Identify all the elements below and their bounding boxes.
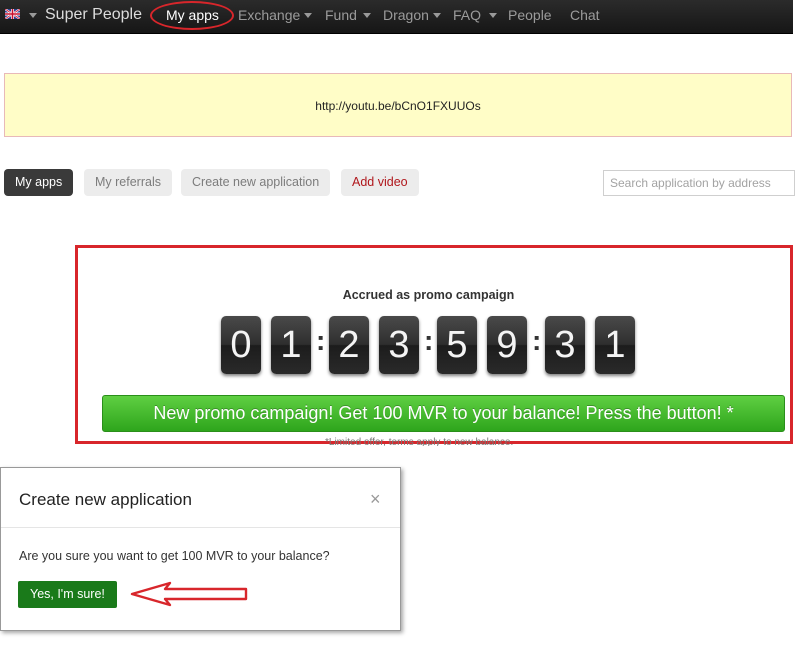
nav-people[interactable]: People [508, 7, 552, 23]
modal-header: Create new application × [1, 468, 400, 528]
nav-dragon[interactable]: Dragon [383, 7, 429, 23]
counter-digit: 3 [545, 316, 585, 374]
tab-my-referrals[interactable]: My referrals [84, 169, 172, 196]
annotation-ellipse [150, 1, 234, 30]
tab-add-video[interactable]: Add video [341, 169, 419, 196]
promo-heading: Accrued as promo campaign [342, 288, 515, 302]
promo-button[interactable]: New promo campaign! Get 100 MVR to your … [102, 395, 785, 432]
confirm-button[interactable]: Yes, I'm sure! [18, 581, 117, 608]
faq-caret-icon[interactable] [489, 13, 497, 18]
modal-message: Are you sure you want to get 100 MVR to … [19, 549, 330, 563]
nav-faq[interactable]: FAQ [453, 7, 481, 23]
close-icon[interactable]: × [370, 490, 381, 508]
video-link[interactable]: http://youtu.be/bCnO1FXUUOs [5, 99, 791, 113]
exchange-caret-icon[interactable] [304, 13, 312, 18]
nav-chat[interactable]: Chat [570, 7, 600, 23]
modal-title: Create new application [19, 490, 192, 509]
tab-my-apps[interactable]: My apps [4, 169, 74, 196]
nav-fund[interactable]: Fund [325, 7, 357, 23]
counter-separator: : [424, 325, 434, 356]
search-input[interactable] [603, 170, 795, 196]
counter-digit: 9 [487, 316, 527, 374]
dragon-caret-icon[interactable] [433, 13, 441, 18]
top-navbar: Super People My apps Exchange Fund Drago… [0, 0, 793, 34]
promo-footnote: *Limited offer, terms apply to new balan… [325, 437, 514, 446]
annotation-arrow-icon [130, 581, 248, 607]
fund-caret-icon[interactable] [363, 13, 371, 18]
tab-create-new-application[interactable]: Create new application [181, 169, 331, 196]
video-link-banner: http://youtu.be/bCnO1FXUUOs [4, 73, 792, 137]
language-dropdown-caret-icon[interactable] [29, 13, 37, 18]
counter-digit: 3 [379, 316, 419, 374]
counter-digit: 0 [221, 316, 261, 374]
counter-digit: 2 [329, 316, 369, 374]
nav-exchange[interactable]: Exchange [238, 7, 300, 23]
counter-separator: : [532, 325, 542, 356]
counter-digit: 1 [271, 316, 311, 374]
uk-flag-icon[interactable] [5, 9, 20, 19]
counter-separator: : [316, 325, 326, 356]
counter-digit: 5 [437, 316, 477, 374]
counter-digit: 1 [595, 316, 635, 374]
brand-name[interactable]: Super People [45, 6, 142, 24]
